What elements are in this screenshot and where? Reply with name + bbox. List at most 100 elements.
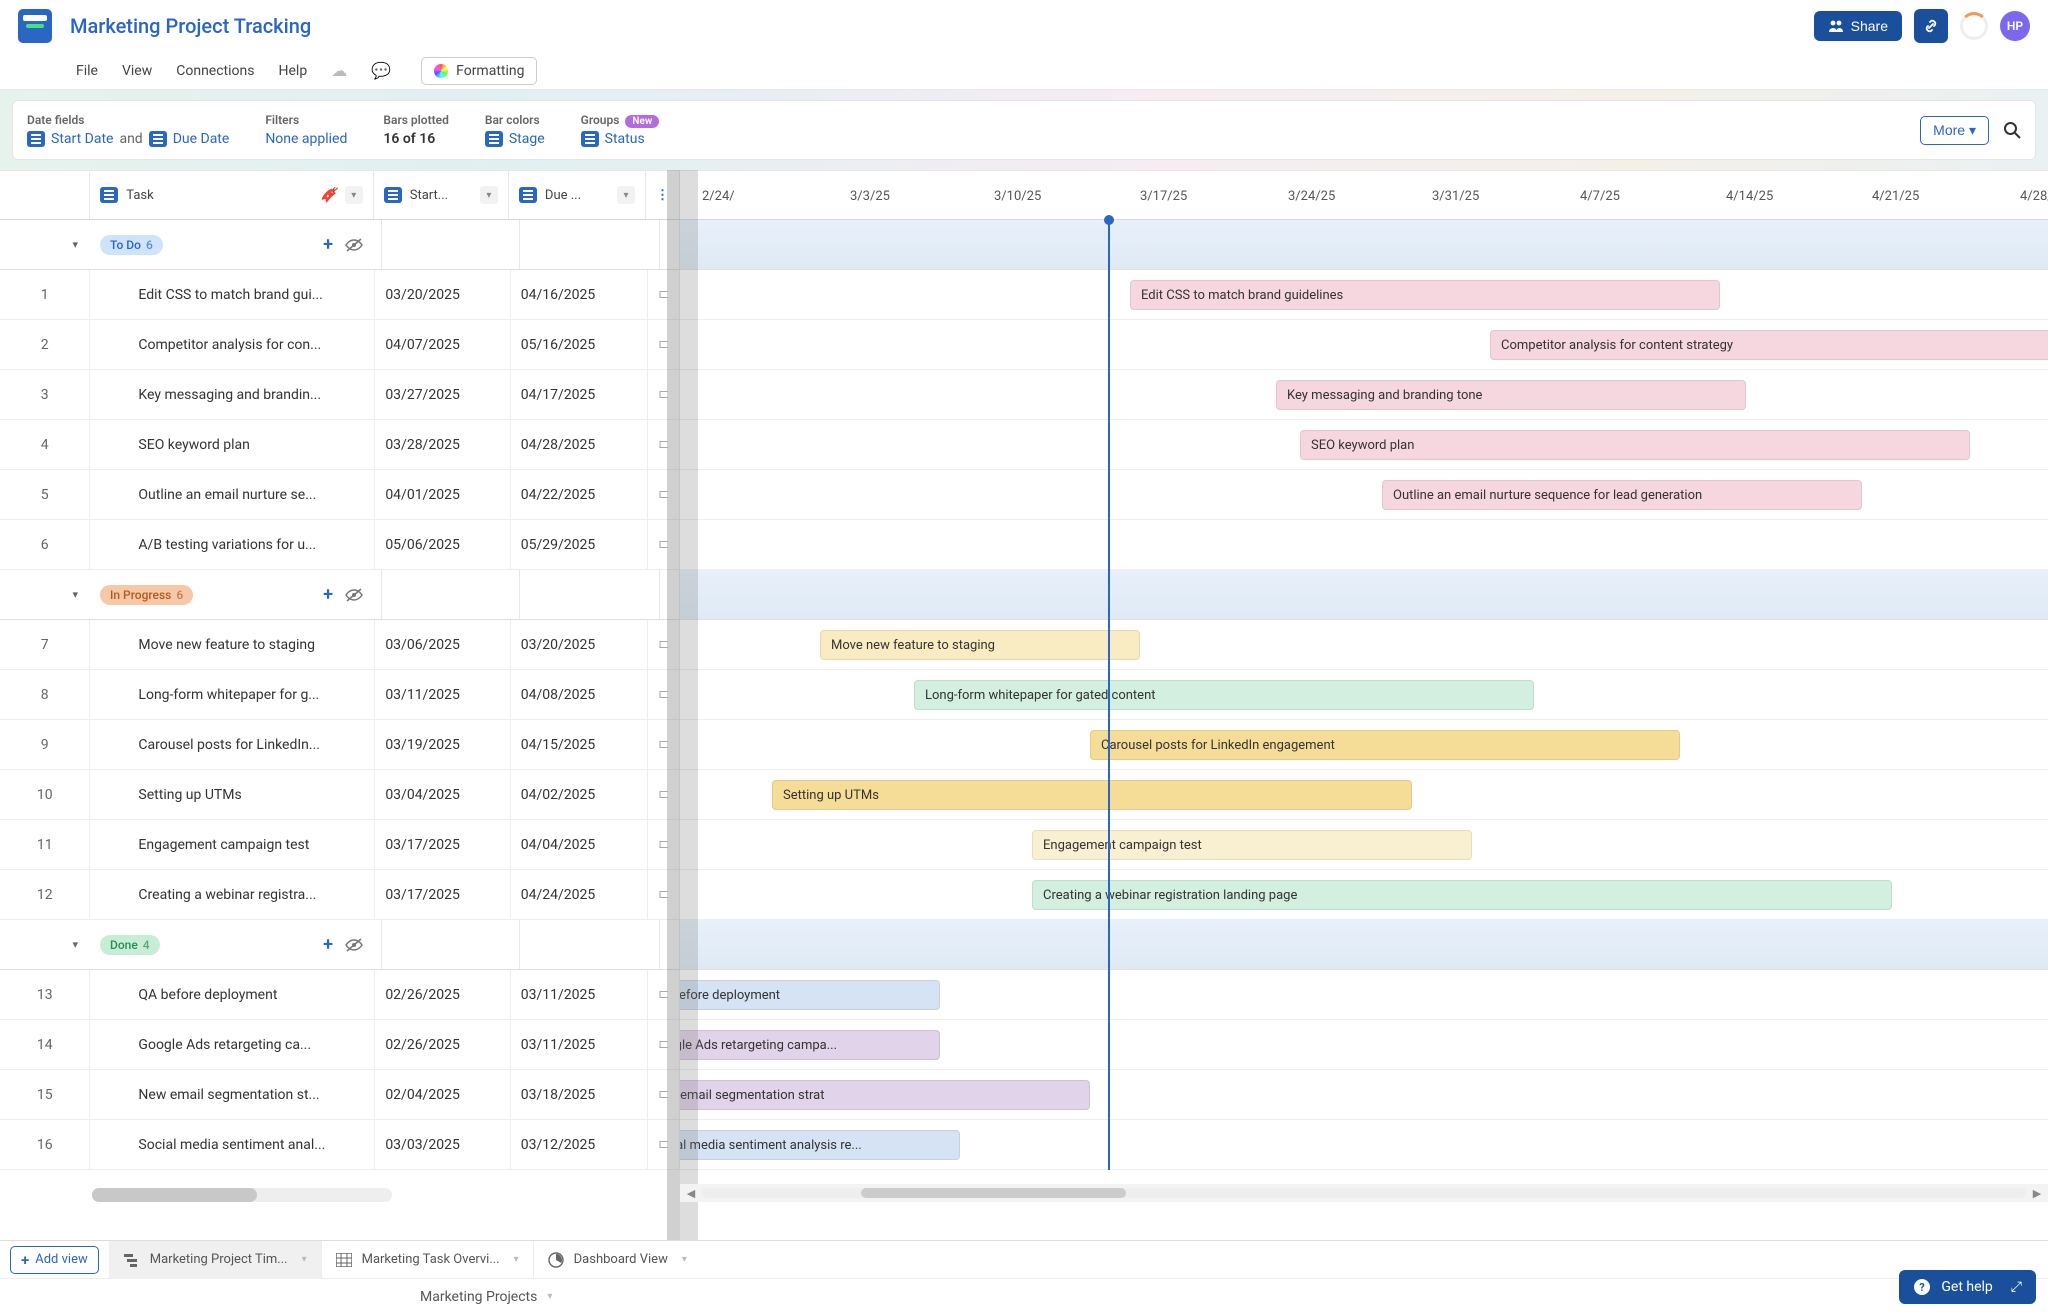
start-cell[interactable]: 03/04/2025	[375, 770, 510, 819]
table-row[interactable]: 1 Edit CSS to match brand gui... 03/20/2…	[0, 270, 680, 320]
table-row[interactable]: 4 SEO keyword plan 03/28/2025 04/28/2025…	[0, 420, 680, 470]
task-cell[interactable]: Creating a webinar registra...	[90, 870, 375, 919]
cloud-icon[interactable]: ☁	[331, 61, 347, 80]
timeline-row[interactable]: Creating a webinar registration landing …	[680, 870, 2048, 920]
start-cell[interactable]: 03/17/2025	[375, 820, 510, 869]
menu-file[interactable]: File	[76, 63, 98, 79]
gantt-bar[interactable]: QA before deployment	[680, 980, 940, 1010]
view-tab[interactable]: Dashboard View▾	[533, 1241, 701, 1279]
user-avatar[interactable]: HP	[2000, 11, 2030, 41]
task-cell[interactable]: Competitor analysis for con...	[90, 320, 375, 369]
groups-value[interactable]: Status	[581, 131, 660, 147]
timeline-row[interactable]: SEO keyword plan	[680, 420, 2048, 470]
gantt-bar[interactable]: Long-form whitepaper for gated content	[914, 680, 1534, 710]
task-cell[interactable]: Outline an email nurture se...	[90, 470, 375, 519]
formatting-button[interactable]: Formatting	[421, 57, 537, 85]
due-cell[interactable]: 04/02/2025	[511, 770, 648, 819]
table-row[interactable]: 11 Engagement campaign test 03/17/2025 0…	[0, 820, 680, 870]
gantt-bar[interactable]: Key messaging and branding tone	[1276, 380, 1746, 410]
due-cell[interactable]: 03/20/2025	[511, 620, 648, 669]
table-row[interactable]: 2 Competitor analysis for con... 04/07/2…	[0, 320, 680, 370]
menu-help[interactable]: Help	[279, 63, 308, 79]
gantt-bar[interactable]: New email segmentation strat	[680, 1080, 1090, 1110]
start-cell[interactable]: 02/26/2025	[375, 1020, 510, 1069]
extra-cell[interactable]: ⊏	[648, 970, 680, 1019]
extra-cell[interactable]: ⊏	[648, 720, 680, 769]
expand-icon[interactable]: ⤢	[2011, 1279, 2022, 1295]
group-header[interactable]: ▾ In Progress6 +	[0, 570, 680, 620]
extra-cell[interactable]: ⊏	[648, 1070, 680, 1119]
task-cell[interactable]: Carousel posts for LinkedIn...	[90, 720, 375, 769]
gantt-bar[interactable]: Social media sentiment analysis re...	[680, 1130, 960, 1160]
app-logo[interactable]	[18, 9, 52, 43]
start-cell[interactable]: 02/26/2025	[375, 970, 510, 1019]
col-due[interactable]: Due ... ▾	[509, 171, 646, 219]
start-cell[interactable]: 04/07/2025	[375, 320, 510, 369]
table-row[interactable]: 12 Creating a webinar registra... 03/17/…	[0, 870, 680, 920]
task-cell[interactable]: Edit CSS to match brand gui...	[90, 270, 375, 319]
menu-view[interactable]: View	[122, 63, 152, 79]
start-cell[interactable]: 05/06/2025	[375, 520, 510, 569]
due-cell[interactable]: 03/11/2025	[511, 970, 648, 1019]
start-cell[interactable]: 03/11/2025	[375, 670, 510, 719]
extra-cell[interactable]: ⊏	[648, 770, 680, 819]
timeline-row[interactable]: Key messaging and branding tone	[680, 370, 2048, 420]
workspace-name[interactable]: Marketing Projects	[420, 1289, 537, 1305]
share-button[interactable]: Share	[1814, 11, 1902, 41]
due-cell[interactable]: 03/12/2025	[511, 1120, 648, 1169]
gantt-bar[interactable]: Edit CSS to match brand guidelines	[1130, 280, 1720, 310]
timeline-row[interactable]: Social media sentiment analysis re...	[680, 1120, 2048, 1170]
hide-group-icon[interactable]	[345, 938, 363, 952]
get-help-button[interactable]: ? Get help ⤢	[1899, 1270, 2036, 1304]
extra-cell[interactable]: ⊏	[648, 820, 680, 869]
col-extra[interactable]: ⋮	[646, 171, 680, 219]
gantt-bar[interactable]: Google Ads retargeting campa...	[680, 1030, 940, 1060]
table-row[interactable]: 16 Social media sentiment anal... 03/03/…	[0, 1120, 680, 1170]
due-cell[interactable]: 04/16/2025	[511, 270, 648, 319]
chevron-down-icon[interactable]: ▾	[345, 186, 363, 204]
scroll-right-icon[interactable]: ▶	[2026, 1187, 2048, 1200]
hide-group-icon[interactable]	[345, 238, 363, 252]
gantt-bar[interactable]: Engagement campaign test	[1032, 830, 1472, 860]
table-row[interactable]: 5 Outline an email nurture se... 04/01/2…	[0, 470, 680, 520]
chevron-down-icon[interactable]: ▾	[682, 1254, 687, 1265]
add-row-button[interactable]: +	[323, 234, 333, 255]
tag-icon[interactable]: 🔖	[320, 186, 338, 205]
start-cell[interactable]: 03/06/2025	[375, 620, 510, 669]
due-cell[interactable]: 03/18/2025	[511, 1070, 648, 1119]
col-task[interactable]: Task 🔖 ▾	[90, 171, 373, 219]
chevron-down-icon[interactable]: ▾	[547, 1291, 552, 1302]
col-start[interactable]: Start... ▾	[374, 171, 509, 219]
menu-connections[interactable]: Connections	[176, 63, 254, 79]
start-cell[interactable]: 03/03/2025	[375, 1120, 510, 1169]
due-cell[interactable]: 05/16/2025	[511, 320, 648, 369]
table-row[interactable]: 8 Long-form whitepaper for g... 03/11/20…	[0, 670, 680, 720]
timeline-row[interactable]: Carousel posts for LinkedIn engagement	[680, 720, 2048, 770]
task-cell[interactable]: QA before deployment	[90, 970, 375, 1019]
start-cell[interactable]: 02/04/2025	[375, 1070, 510, 1119]
start-cell[interactable]: 03/19/2025	[375, 720, 510, 769]
due-cell[interactable]: 05/29/2025	[511, 520, 648, 569]
start-cell[interactable]: 03/20/2025	[375, 270, 510, 319]
search-icon[interactable]	[2003, 121, 2021, 139]
task-cell[interactable]: Setting up UTMs	[90, 770, 375, 819]
start-cell[interactable]: 03/28/2025	[375, 420, 510, 469]
date-fields-value[interactable]: Start Date and Due Date	[27, 131, 229, 147]
table-row[interactable]: 9 Carousel posts for LinkedIn... 03/19/2…	[0, 720, 680, 770]
extra-cell[interactable]: ⊏	[648, 1120, 680, 1169]
table-row[interactable]: 10 Setting up UTMs 03/04/2025 04/02/2025…	[0, 770, 680, 820]
extra-cell[interactable]: ⊏	[648, 1020, 680, 1069]
table-row[interactable]: 13 QA before deployment 02/26/2025 03/11…	[0, 970, 680, 1020]
collapse-icon[interactable]: ▾	[72, 588, 78, 601]
task-cell[interactable]: Engagement campaign test	[90, 820, 375, 869]
extra-cell[interactable]: ⊏	[648, 370, 680, 419]
start-cell[interactable]: 04/01/2025	[375, 470, 510, 519]
due-cell[interactable]: 04/08/2025	[511, 670, 648, 719]
table-row[interactable]: 14 Google Ads retargeting ca... 02/26/20…	[0, 1020, 680, 1070]
hide-group-icon[interactable]	[345, 588, 363, 602]
extra-cell[interactable]: ⊏	[648, 870, 680, 919]
due-cell[interactable]: 04/04/2025	[511, 820, 648, 869]
chevron-down-icon[interactable]: ▾	[617, 186, 635, 204]
group-header[interactable]: ▾ To Do6 +	[0, 220, 680, 270]
gantt-bar[interactable]: Move new feature to staging	[820, 630, 1140, 660]
